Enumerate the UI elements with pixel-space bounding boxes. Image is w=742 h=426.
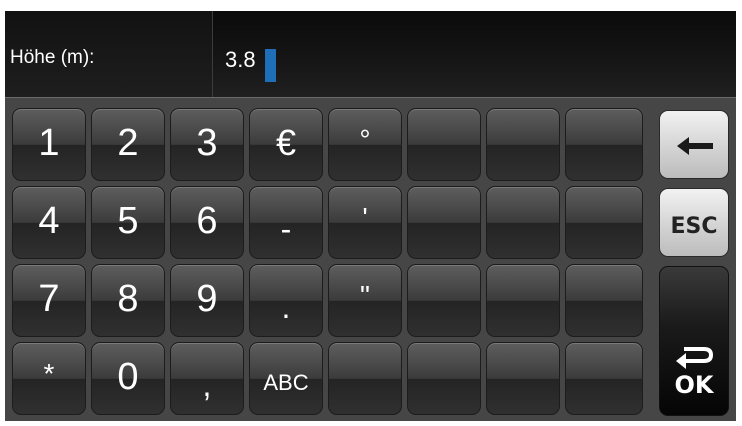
key-label: - — [280, 211, 292, 247]
key-label: ABC — [263, 370, 309, 395]
esc-label: ESC — [670, 214, 718, 239]
key-8[interactable]: 8 — [91, 264, 165, 337]
key-label: 0 — [117, 356, 139, 398]
key-blank[interactable] — [407, 342, 481, 415]
key-label: ' — [362, 202, 368, 233]
numeric-keyboard-screen: Höhe (m): 3.8 1 2 3 € ° 4 5 6 - ' 7 8 9 … — [5, 11, 736, 421]
key-label: 4 — [38, 200, 60, 242]
key-0[interactable]: 0 — [91, 342, 165, 415]
esc-button[interactable]: ESC — [659, 188, 729, 257]
key-label: " — [360, 280, 370, 311]
key-label: 8 — [117, 278, 139, 320]
key-9[interactable]: 9 — [170, 264, 244, 337]
field-label-box: Höhe (m): — [5, 11, 213, 97]
value-text: 3.8 — [225, 47, 256, 72]
key-asterisk[interactable]: * — [12, 342, 86, 415]
left-arrow-icon — [677, 137, 713, 155]
key-label: 2 — [117, 122, 139, 164]
key-degree[interactable]: ° — [328, 108, 402, 181]
key-label: 3 — [196, 122, 218, 164]
ok-button[interactable]: OK — [659, 266, 729, 416]
key-6[interactable]: 6 — [170, 186, 244, 259]
ok-label: OK — [674, 371, 714, 399]
key-label: 6 — [196, 200, 218, 242]
backspace-button[interactable] — [659, 110, 729, 179]
key-blank[interactable] — [565, 342, 643, 415]
key-blank[interactable] — [486, 108, 560, 181]
text-cursor — [265, 49, 276, 82]
field-label: Höhe (m): — [10, 47, 95, 68]
input-bar: Höhe (m): 3.8 — [5, 11, 736, 98]
key-7[interactable]: 7 — [12, 264, 86, 337]
key-euro[interactable]: € — [249, 108, 323, 181]
key-label: ° — [359, 124, 371, 155]
key-blank[interactable] — [565, 264, 643, 337]
key-blank[interactable] — [407, 186, 481, 259]
key-comma[interactable]: , — [170, 342, 244, 415]
key-2[interactable]: 2 — [91, 108, 165, 181]
key-3[interactable]: 3 — [170, 108, 244, 181]
key-label: * — [43, 358, 55, 389]
key-blank[interactable] — [486, 186, 560, 259]
key-1[interactable]: 1 — [12, 108, 86, 181]
key-label: 9 — [196, 278, 218, 320]
key-period[interactable]: . — [249, 264, 323, 337]
key-blank[interactable] — [407, 108, 481, 181]
key-label: € — [275, 122, 297, 163]
key-4[interactable]: 4 — [12, 186, 86, 259]
key-blank[interactable] — [328, 342, 402, 415]
key-abc[interactable]: ABC — [249, 342, 323, 415]
value-input[interactable]: 3.8 — [214, 11, 736, 97]
key-blank[interactable] — [565, 186, 643, 259]
key-apostrophe[interactable]: ' — [328, 186, 402, 259]
key-blank[interactable] — [407, 264, 481, 337]
key-blank[interactable] — [486, 342, 560, 415]
key-blank[interactable] — [486, 264, 560, 337]
key-quote[interactable]: " — [328, 264, 402, 337]
key-minus[interactable]: - — [249, 186, 323, 259]
key-label: , — [202, 367, 212, 403]
key-blank[interactable] — [565, 108, 643, 181]
key-label: 1 — [38, 122, 60, 164]
key-label: 7 — [38, 278, 60, 320]
key-5[interactable]: 5 — [91, 186, 165, 259]
key-label: . — [281, 289, 291, 325]
key-label: 5 — [117, 200, 139, 242]
